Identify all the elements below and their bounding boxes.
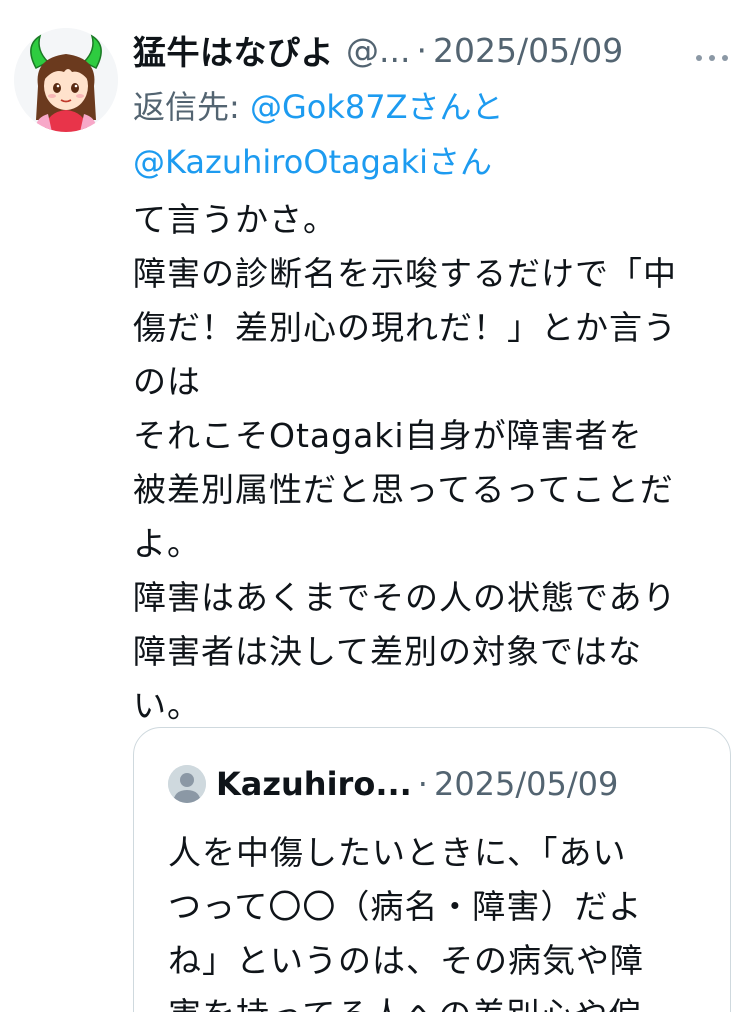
- avatar-illustration-icon: [14, 28, 118, 132]
- reply-suffix: さん: [428, 143, 493, 181]
- author-avatar[interactable]: [14, 28, 118, 132]
- quoted-author-avatar: [168, 765, 206, 803]
- post-date[interactable]: 2025/05/09: [433, 31, 623, 70]
- quoted-tweet[interactable]: Kazuhiro... · 2025/05/09 人を中傷したいときに、「あい …: [133, 727, 731, 1012]
- quoted-tweet-header: Kazuhiro... · 2025/05/09: [168, 764, 710, 804]
- more-dot: [722, 55, 728, 61]
- separator-dot: ·: [416, 30, 427, 70]
- quoted-author-name: Kazuhiro...: [216, 765, 412, 803]
- reply-mention-gok87z[interactable]: @Gok87Z: [250, 88, 408, 126]
- tweet: 猛牛はなぴよ @... · 2025/05/09 返信先: @Gok87Zさんと…: [0, 0, 750, 1012]
- reply-joiner: さんと: [407, 88, 504, 126]
- reply-to-line: 返信先: @Gok87Zさんと @KazuhiroOtagakiさん: [133, 80, 728, 190]
- default-user-avatar-icon: [168, 765, 206, 803]
- more-dot: [696, 55, 702, 61]
- author-handle[interactable]: @...: [346, 31, 410, 70]
- tweet-text: て言うかさ。 障害の診断名を示唆するだけで「中 傷だ！差別心の現れだ！」とか言う…: [133, 200, 677, 725]
- more-horizontal-icon[interactable]: [696, 42, 728, 74]
- tweet-header: 猛牛はなぴよ @... · 2025/05/09: [133, 26, 728, 74]
- quoted-tweet-text: 人を中傷したいときに、「あい つって〇〇（病名・障害）だよ ね」というのは、その…: [168, 833, 644, 1012]
- author-name[interactable]: 猛牛はなぴよ: [133, 26, 334, 74]
- reply-prefix: 返信先:: [133, 88, 250, 126]
- more-dot: [709, 55, 715, 61]
- reply-mention-kazuhiro[interactable]: @KazuhiroOtagaki: [133, 143, 428, 181]
- quoted-post-date: 2025/05/09: [433, 765, 619, 803]
- quoted-separator-dot: ·: [417, 765, 428, 803]
